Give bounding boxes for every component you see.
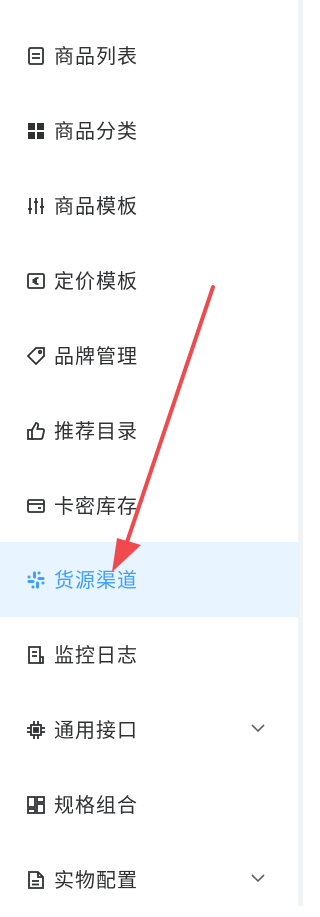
menu-item-supply-channel[interactable]: 货源渠道 bbox=[0, 542, 298, 617]
menu-item-label: 规格组合 bbox=[54, 792, 138, 817]
menu-item-label: 推荐目录 bbox=[54, 418, 138, 443]
scrollbar-track[interactable] bbox=[298, 0, 303, 906]
menu-item-recommended-catalog[interactable]: 推荐目录 bbox=[0, 393, 298, 468]
document-icon bbox=[24, 868, 48, 892]
chevron-down-icon[interactable] bbox=[250, 720, 266, 736]
list-icon bbox=[24, 44, 48, 68]
grid-icon bbox=[24, 119, 48, 143]
menu-item-label: 定价模板 bbox=[54, 268, 138, 293]
log-icon bbox=[24, 643, 48, 667]
menu-item-card-stock[interactable]: 卡密库存 bbox=[0, 468, 298, 543]
menu-item-label: 商品模板 bbox=[54, 193, 138, 218]
menu-item-label: 监控日志 bbox=[54, 642, 138, 667]
tag-icon bbox=[24, 344, 48, 368]
chip-icon bbox=[24, 718, 48, 742]
menu-item-label: 商品列表 bbox=[54, 43, 138, 68]
menu-item-label: 实物配置 bbox=[54, 867, 138, 892]
menu-item-label: 货源渠道 bbox=[54, 567, 138, 592]
menu-item-label: 商品分类 bbox=[54, 118, 138, 143]
menu-item-pricing-template[interactable]: 定价模板 bbox=[0, 243, 298, 318]
sliders-icon bbox=[24, 194, 48, 218]
card-icon bbox=[24, 494, 48, 518]
euro-card-icon bbox=[24, 269, 48, 293]
menu-item-brand-management[interactable]: 品牌管理 bbox=[0, 318, 298, 393]
menu-item-label: 卡密库存 bbox=[54, 493, 138, 518]
menu-item-product-template[interactable]: 商品模板 bbox=[0, 168, 298, 243]
thumb-up-icon bbox=[24, 419, 48, 443]
menu-item-general-interface[interactable]: 通用接口 bbox=[0, 692, 298, 767]
menu-item-spec-combination[interactable]: 规格组合 bbox=[0, 767, 298, 842]
menu-item-label: 通用接口 bbox=[54, 717, 138, 742]
menu-item-monitor-log[interactable]: 监控日志 bbox=[0, 617, 298, 692]
slack-icon bbox=[24, 568, 48, 592]
layout-icon bbox=[24, 793, 48, 817]
menu-item-product-list[interactable]: 商品列表 bbox=[0, 18, 298, 93]
menu-item-label: 品牌管理 bbox=[54, 343, 138, 368]
chevron-down-icon[interactable] bbox=[250, 870, 266, 886]
menu-item-product-category[interactable]: 商品分类 bbox=[0, 93, 298, 168]
